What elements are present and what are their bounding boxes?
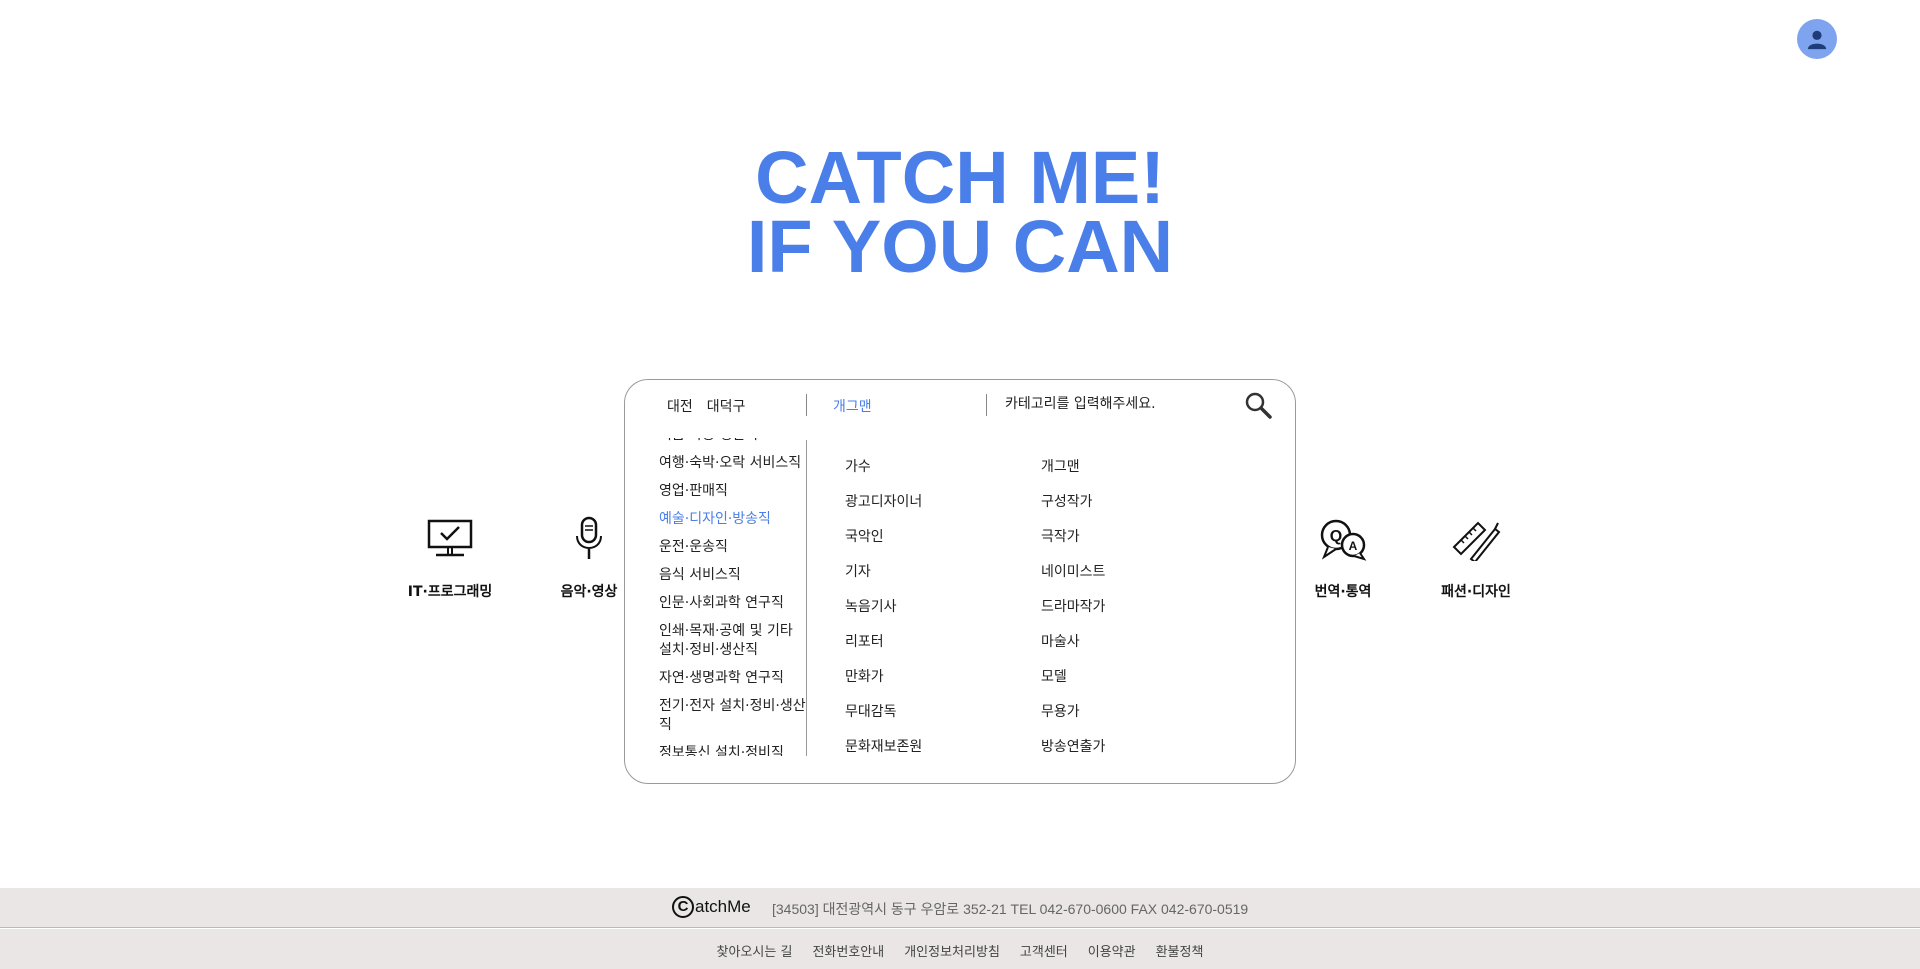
- category-search-input[interactable]: [1005, 390, 1225, 418]
- footer-info: C atchMe [34503] 대전광역시 동구 우암로 352-21 TEL…: [0, 888, 1920, 928]
- category-label: 패션·디자인: [1441, 584, 1511, 600]
- category-label: IT·프로그래밍: [407, 584, 493, 600]
- job-group-item[interactable]: 정보통신 설치·정비직: [659, 744, 807, 756]
- job-item[interactable]: 드라마작가: [1041, 596, 1105, 616]
- job-item[interactable]: 광고디자이너: [845, 491, 922, 511]
- job-item[interactable]: 방송연출가: [1041, 736, 1105, 756]
- user-icon: [1807, 30, 1827, 50]
- qa-bubble-icon: Q A: [1288, 515, 1398, 563]
- hero-title-line1: CATCH ME!: [755, 136, 1165, 219]
- footer-logo[interactable]: C atchMe: [672, 896, 751, 918]
- footer-logo-text: atchMe: [695, 897, 751, 916]
- svg-text:Q: Q: [1330, 528, 1342, 545]
- search-button[interactable]: [1243, 390, 1273, 420]
- job-group-list[interactable]: 식음 가공 생산직여행·숙박·오락 서비스직영업·판매직예술·디자인·방송직운전…: [659, 438, 809, 756]
- job-group-item[interactable]: 영업·판매직: [659, 482, 807, 501]
- job-item[interactable]: 무용가: [1041, 701, 1080, 721]
- job-group-item[interactable]: 식음 가공 생산직: [659, 438, 807, 445]
- ruler-pencil-icon: [1421, 515, 1531, 563]
- search-icon: [1245, 392, 1272, 419]
- footer-link[interactable]: 개인정보처리방침: [904, 945, 1000, 960]
- job-item[interactable]: 무대감독: [845, 701, 897, 721]
- job-item[interactable]: 극작가: [1041, 526, 1080, 546]
- selected-job[interactable]: 개그맨: [833, 396, 872, 416]
- search-panel: 대전 대덕구 개그맨 식음 가공 생산직여행·숙박·오락 서비스직영업·판매직예술…: [624, 379, 1296, 784]
- footer-link[interactable]: 고객센터: [1020, 945, 1068, 960]
- svg-text:A: A: [1349, 539, 1358, 553]
- footer-link[interactable]: 찾아오시는 길: [717, 945, 793, 960]
- job-group-item[interactable]: 예술·디자인·방송직: [659, 510, 807, 529]
- job-item[interactable]: 구성작가: [1041, 491, 1093, 511]
- job-group-item[interactable]: 여행·숙박·오락 서비스직: [659, 454, 807, 473]
- job-group-item[interactable]: 인문·사회과학 연구직: [659, 594, 807, 613]
- job-item[interactable]: 가수: [845, 456, 871, 476]
- category-label: 번역·통역: [1314, 584, 1372, 600]
- divider: [986, 394, 987, 416]
- job-item[interactable]: 국악인: [845, 526, 884, 546]
- footer-link[interactable]: 환불정책: [1156, 945, 1204, 960]
- job-group-item[interactable]: 인쇄·목재·공예 및 기타 설치·정비·생산직: [659, 622, 807, 660]
- divider: [806, 394, 807, 416]
- user-avatar-button[interactable]: [1797, 19, 1837, 59]
- job-item[interactable]: 개그맨: [1041, 456, 1080, 476]
- category-translation[interactable]: Q A 번역·통역: [1288, 515, 1398, 601]
- region-district: 대덕구: [706, 399, 746, 415]
- job-item[interactable]: 문화재보존원: [845, 736, 922, 756]
- job-group-item[interactable]: 전기·전자 설치·정비·생산직: [659, 697, 807, 735]
- logo-c-mark: C: [672, 896, 694, 918]
- footer-links: 찾아오시는 길 전화번호안내 개인정보처리방침 고객센터 이용약관 환불정책: [0, 929, 1920, 969]
- monitor-check-icon: [395, 515, 505, 563]
- hero-title-line2: IF YOU CAN: [746, 205, 1174, 288]
- footer-link[interactable]: 이용약관: [1088, 945, 1136, 960]
- job-item[interactable]: 만화가: [845, 666, 884, 686]
- category-fashion-design[interactable]: 패션·디자인: [1421, 515, 1531, 601]
- job-group-item[interactable]: 음식 서비스직: [659, 566, 807, 585]
- search-bar: 대전 대덕구 개그맨: [625, 380, 1295, 428]
- column-divider: [806, 440, 807, 756]
- region-city: 대전: [667, 399, 693, 415]
- category-it-programming[interactable]: IT·프로그래밍: [395, 515, 505, 601]
- job-item[interactable]: 리포터: [845, 631, 884, 651]
- job-item[interactable]: 마술사: [1041, 631, 1080, 651]
- footer-address: [34503] 대전광역시 동구 우암로 352-21 TEL 042-670-…: [772, 901, 1249, 917]
- footer-link[interactable]: 전화번호안내: [812, 945, 884, 960]
- job-item[interactable]: 기자: [845, 561, 871, 581]
- job-item[interactable]: 녹음기사: [845, 596, 897, 616]
- job-item[interactable]: 모델: [1041, 666, 1067, 686]
- region-selector[interactable]: 대전 대덕구: [667, 396, 745, 416]
- job-group-item[interactable]: 자연·생명과학 연구직: [659, 669, 807, 688]
- job-item[interactable]: 네이미스트: [1041, 561, 1105, 581]
- job-group-item[interactable]: 운전·운송직: [659, 538, 807, 557]
